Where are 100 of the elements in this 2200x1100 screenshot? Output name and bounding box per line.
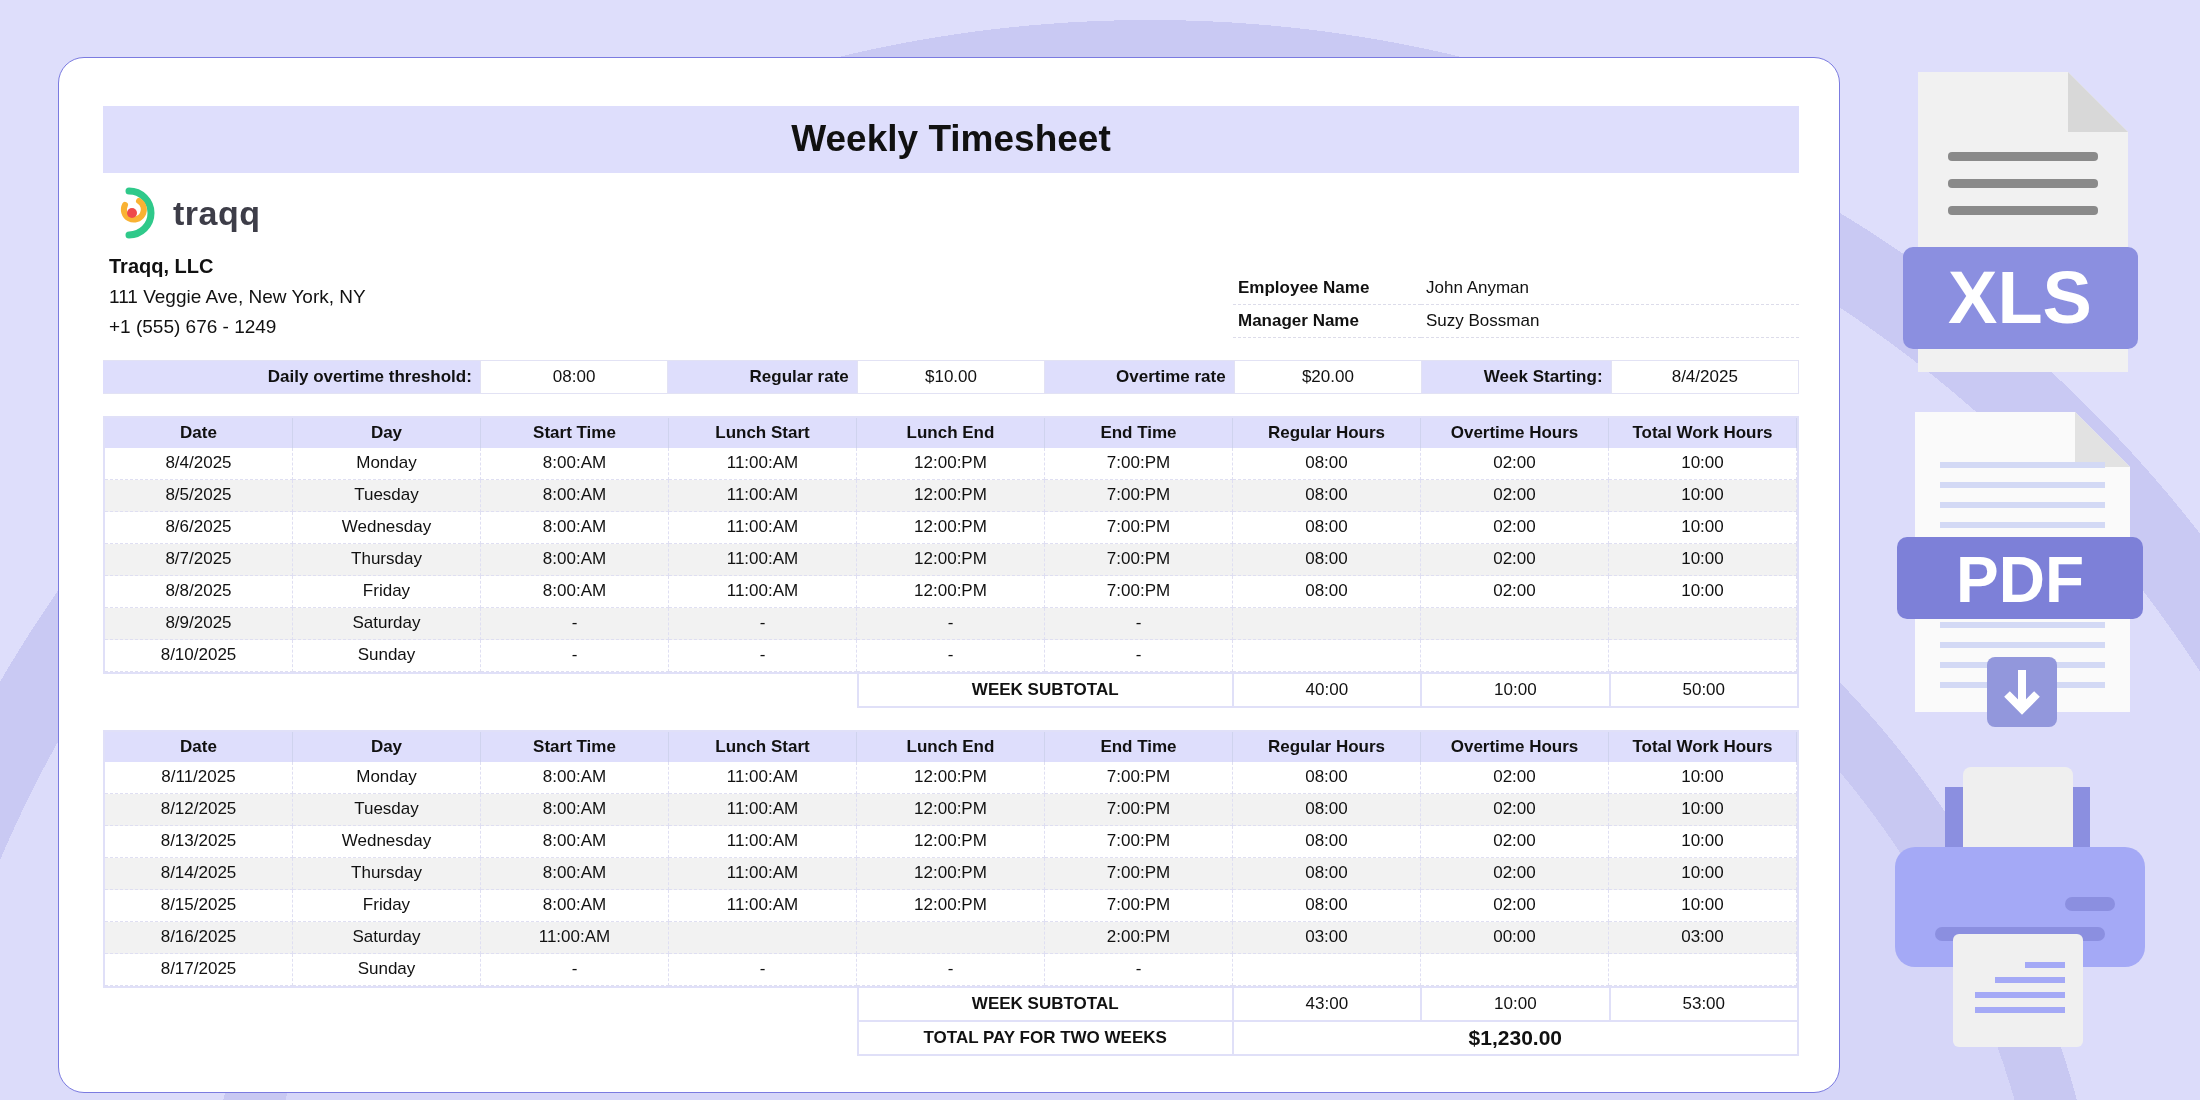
column-header: Date xyxy=(105,732,293,762)
table-cell: 11:00:AM xyxy=(669,858,857,890)
subtotal-value: 10:00 xyxy=(1422,988,1611,1022)
table-cell: 7:00:PM xyxy=(1045,512,1233,544)
table-cell: 10:00 xyxy=(1609,890,1797,922)
table-cell: Sunday xyxy=(293,640,481,672)
column-header: Lunch End xyxy=(857,418,1045,448)
table-cell: 11:00:AM xyxy=(669,544,857,576)
setting-value: 8/4/2025 xyxy=(1610,361,1799,393)
table-cell: 8:00:AM xyxy=(481,762,669,794)
table-cell: 8:00:AM xyxy=(481,826,669,858)
table-cell: 11:00:AM xyxy=(669,762,857,794)
table-cell: 11:00:AM xyxy=(669,480,857,512)
table-cell: 08:00 xyxy=(1233,480,1421,512)
table-cell: 02:00 xyxy=(1421,826,1609,858)
table-cell: Monday xyxy=(293,762,481,794)
table-cell: Monday xyxy=(293,448,481,480)
table-cell: - xyxy=(669,608,857,640)
table-cell: 12:00:PM xyxy=(857,448,1045,480)
table-cell: 02:00 xyxy=(1421,890,1609,922)
table-cell: 02:00 xyxy=(1421,762,1609,794)
table-cell: - xyxy=(481,640,669,672)
timesheet-title: Weekly Timesheet xyxy=(103,106,1799,173)
subtotal-value: 53:00 xyxy=(1610,988,1799,1022)
table-cell: 12:00:PM xyxy=(857,544,1045,576)
table-cell: 10:00 xyxy=(1609,576,1797,608)
column-header: Start Time xyxy=(481,418,669,448)
table-cell: 12:00:PM xyxy=(857,480,1045,512)
table-cell: 12:00:PM xyxy=(857,858,1045,890)
table-cell: 7:00:PM xyxy=(1045,480,1233,512)
table-cell: 12:00:PM xyxy=(857,576,1045,608)
table-cell: 11:00:AM xyxy=(669,890,857,922)
table-cell: 11:00:AM xyxy=(669,576,857,608)
table-cell: Sunday xyxy=(293,954,481,986)
table-cell: - xyxy=(857,608,1045,640)
subtotal-label: WEEK SUBTOTAL xyxy=(856,674,1234,708)
subtotal-value: 50:00 xyxy=(1610,674,1799,708)
table-cell: 12:00:PM xyxy=(857,512,1045,544)
setting-label: Regular rate xyxy=(668,361,857,393)
table-cell: 10:00 xyxy=(1609,858,1797,890)
column-header: Regular Hours xyxy=(1233,732,1421,762)
table-cell: 02:00 xyxy=(1421,576,1609,608)
table-cell: 12:00:PM xyxy=(857,762,1045,794)
table-cell: 10:00 xyxy=(1609,794,1797,826)
table-cell: 02:00 xyxy=(1421,794,1609,826)
table-cell: 8:00:AM xyxy=(481,480,669,512)
table-cell: 8/4/2025 xyxy=(105,448,293,480)
table-cell: 7:00:PM xyxy=(1045,826,1233,858)
table-cell: Friday xyxy=(293,576,481,608)
table-cell: 08:00 xyxy=(1233,890,1421,922)
table-cell: Friday xyxy=(293,890,481,922)
table-cell: 8/16/2025 xyxy=(105,922,293,954)
company-address: 111 Veggie Ave, New York, NY xyxy=(109,286,366,308)
field-label: Employee Name xyxy=(1233,272,1421,305)
table-cell: 08:00 xyxy=(1233,544,1421,576)
table-cell: 2:00:PM xyxy=(1045,922,1233,954)
table-cell: 7:00:PM xyxy=(1045,890,1233,922)
table-cell: 8:00:AM xyxy=(481,858,669,890)
column-header: Total Work Hours xyxy=(1609,418,1797,448)
table-cell: 8:00:AM xyxy=(481,512,669,544)
total-pay-value: $1,230.00 xyxy=(1233,1022,1799,1056)
field-value: John Anyman xyxy=(1421,272,1799,305)
printer-icon[interactable] xyxy=(1895,767,2145,1047)
table-cell: 8/11/2025 xyxy=(105,762,293,794)
table-cell: 7:00:PM xyxy=(1045,544,1233,576)
table-cell: 02:00 xyxy=(1421,512,1609,544)
column-header: Date xyxy=(105,418,293,448)
table-cell: 12:00:PM xyxy=(857,890,1045,922)
table-cell: Saturday xyxy=(293,608,481,640)
field-label: Manager Name xyxy=(1233,305,1421,338)
table-cell: - xyxy=(481,608,669,640)
column-header: End Time xyxy=(1045,732,1233,762)
table-cell: 12:00:PM xyxy=(857,794,1045,826)
column-header: Day xyxy=(293,418,481,448)
table-cell: 08:00 xyxy=(1233,576,1421,608)
table-cell: 7:00:PM xyxy=(1045,448,1233,480)
table-cell: - xyxy=(857,954,1045,986)
table-cell: Tuesday xyxy=(293,794,481,826)
subtotal-label: WEEK SUBTOTAL xyxy=(856,988,1234,1022)
setting-label: Overtime rate xyxy=(1045,361,1234,393)
table-cell: 8/6/2025 xyxy=(105,512,293,544)
table-cell: 10:00 xyxy=(1609,826,1797,858)
table-cell: 8/15/2025 xyxy=(105,890,293,922)
column-header: Start Time xyxy=(481,732,669,762)
column-header: Day xyxy=(293,732,481,762)
table-cell: 11:00:AM xyxy=(669,448,857,480)
table-cell: 08:00 xyxy=(1233,448,1421,480)
table-cell: 08:00 xyxy=(1233,826,1421,858)
column-header: Lunch Start xyxy=(669,732,857,762)
table-cell: Thursday xyxy=(293,544,481,576)
setting-label: Daily overtime threshold: xyxy=(103,361,480,393)
table-cell: 03:00 xyxy=(1233,922,1421,954)
table-cell: 8/5/2025 xyxy=(105,480,293,512)
table-cell: 8/9/2025 xyxy=(105,608,293,640)
company-name: Traqq, LLC xyxy=(109,255,215,278)
company-phone: +1 (555) 676 - 1249 xyxy=(109,316,278,338)
table-cell: 08:00 xyxy=(1233,794,1421,826)
table-cell: 8/17/2025 xyxy=(105,954,293,986)
subtotal-value: 10:00 xyxy=(1422,674,1611,708)
table-cell: 8/13/2025 xyxy=(105,826,293,858)
